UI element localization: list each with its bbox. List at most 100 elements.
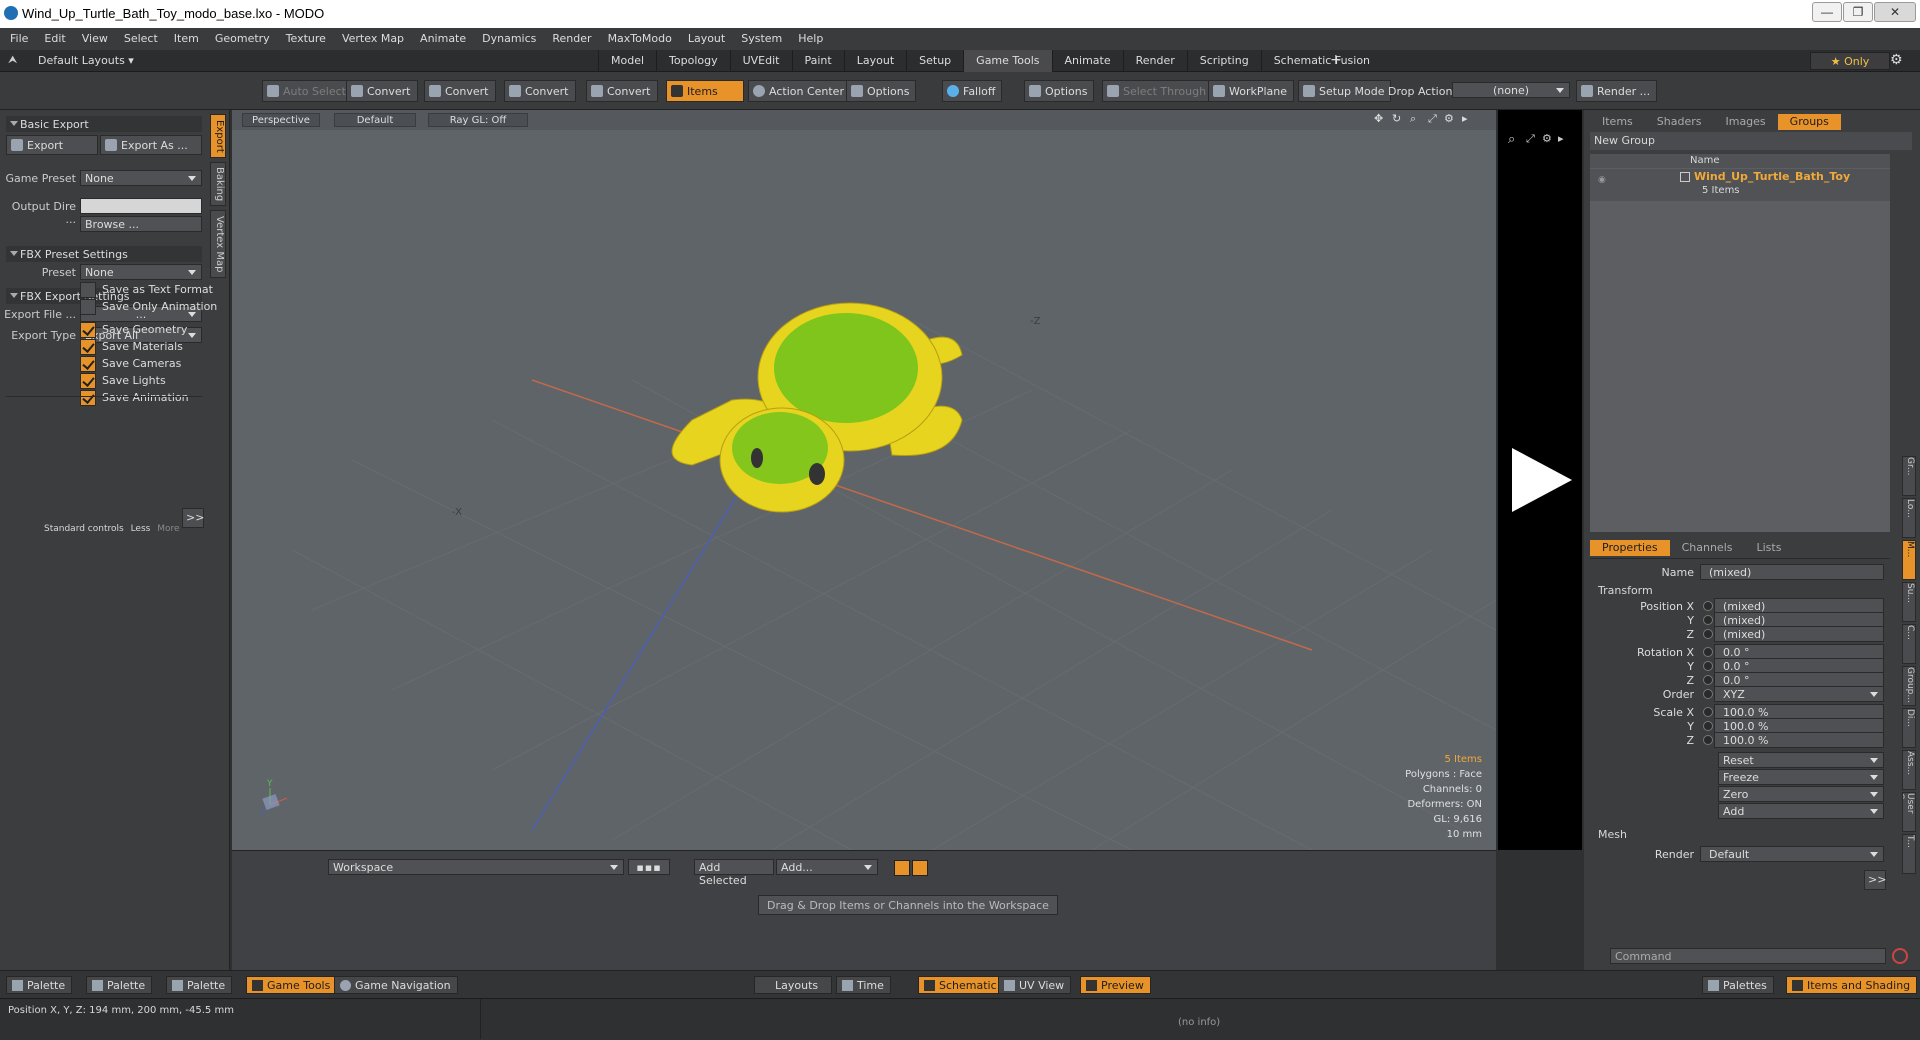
group-name[interactable]: Wind_Up_Turtle_Bath_Toy <box>1694 170 1850 183</box>
drop-action-select[interactable]: (none) <box>1452 82 1570 98</box>
menu-maxtomodo[interactable]: MaxToModo <box>600 28 680 45</box>
more-options-button[interactable]: >> <box>182 508 204 528</box>
side-tab-8[interactable]: User C... <box>1902 792 1916 832</box>
position-z-key-icon[interactable] <box>1703 629 1713 639</box>
menu-animate[interactable]: Animate <box>412 28 474 45</box>
collapse-icon[interactable]: ⮝ <box>8 53 17 67</box>
side-tab-1[interactable]: Lo... <box>1902 498 1916 538</box>
maximize-button[interactable]: ❐ <box>1843 2 1873 22</box>
tab-model[interactable]: Model <box>598 50 656 72</box>
action-center-button[interactable]: Action Center <box>748 80 851 102</box>
palette-button-2[interactable]: Palette <box>86 976 153 994</box>
preset-select[interactable]: None <box>80 264 202 280</box>
position-y-key-icon[interactable] <box>1703 615 1713 625</box>
transform-header[interactable]: Transform <box>1598 584 1653 597</box>
shading-default-menu[interactable]: Default <box>334 113 416 127</box>
checkbox-save-as-text-format[interactable] <box>80 282 96 298</box>
tab-lists[interactable]: Lists <box>1745 540 1794 556</box>
search-icon[interactable]: ⌕ <box>1508 132 1515 147</box>
menu-view[interactable]: View <box>74 28 116 45</box>
preview-panel[interactable]: ⌕ ⤢ ⚙ ▸ <box>1498 110 1582 850</box>
3d-viewport[interactable]: Perspective Default Ray GL: Off ✥ ↻ ⌕ ⤢ … <box>232 110 1496 850</box>
viewport-scene[interactable]: -Z -X Y <box>232 130 1496 850</box>
convert-button-2[interactable]: Convert <box>424 80 496 102</box>
add-selected-button[interactable]: Add Selected <box>694 859 774 887</box>
gear-icon[interactable]: ⚙ <box>1890 52 1903 68</box>
menu-render[interactable]: Render <box>544 28 599 45</box>
tab-baking[interactable]: Baking <box>210 162 226 206</box>
position-x-key-icon[interactable] <box>1703 601 1713 611</box>
tab-paint[interactable]: Paint <box>791 50 844 72</box>
tab-layout[interactable]: Layout <box>843 50 906 72</box>
side-tab-4[interactable]: C... <box>1902 624 1916 664</box>
tab-export[interactable]: Export <box>210 114 226 158</box>
perspective-menu[interactable]: Perspective <box>242 113 320 127</box>
rotation-z-key-icon[interactable] <box>1703 675 1713 685</box>
export-button[interactable]: Export <box>6 135 98 155</box>
add-tab-button[interactable]: + <box>1330 52 1342 68</box>
minimize-button[interactable]: — <box>1812 2 1842 22</box>
time-button[interactable]: Time <box>836 976 891 994</box>
zoom-view-icon[interactable]: ⌕ <box>1410 112 1416 126</box>
game-preset-select[interactable]: None <box>80 170 202 186</box>
more-link[interactable]: More <box>157 524 179 534</box>
side-tab-5[interactable]: Group... <box>1902 666 1916 706</box>
more-properties-button[interactable]: >> <box>1864 870 1886 890</box>
default-layouts-menu[interactable]: Default Layouts ▾ <box>24 50 134 72</box>
view-options-arrow-icon[interactable]: ▸ <box>1462 112 1468 125</box>
workspace-layout-icon[interactable]: ▪▪▪ <box>628 859 670 875</box>
palettes-button[interactable]: Palettes <box>1702 976 1774 994</box>
side-tab-0[interactable]: Gr... <box>1902 456 1916 496</box>
layouts-button[interactable]: Layouts <box>754 976 832 994</box>
tab-render[interactable]: Render <box>1122 50 1187 72</box>
items-mode-button[interactable]: Items <box>666 80 744 102</box>
menu-dynamics[interactable]: Dynamics <box>474 28 544 45</box>
falloff-button[interactable]: Falloff <box>942 80 1003 102</box>
side-tab-6[interactable]: Di... <box>1902 708 1916 748</box>
view-settings-icon[interactable]: ⚙ <box>1444 112 1454 125</box>
new-group-button[interactable]: New Group <box>1594 134 1655 147</box>
group-row[interactable]: ◉ Wind_Up_Turtle_Bath_Toy 5 Items <box>1590 169 1890 201</box>
tab-channels[interactable]: Channels <box>1670 540 1745 556</box>
preview-button[interactable]: Preview <box>1080 976 1151 994</box>
menu-system[interactable]: System <box>733 28 790 45</box>
render-button[interactable]: Render ... <box>1576 80 1658 102</box>
command-input[interactable]: Command <box>1610 948 1886 964</box>
arrow-right-icon[interactable]: ▸ <box>1558 132 1564 145</box>
checkbox-save-animation[interactable] <box>80 390 96 406</box>
render-select[interactable]: Default <box>1700 846 1884 862</box>
gear-icon[interactable]: ⚙ <box>1542 132 1552 145</box>
tab-items[interactable]: Items <box>1590 114 1645 130</box>
scale-y-key-icon[interactable] <box>1703 721 1713 731</box>
uv-view-button[interactable]: UV View <box>998 976 1072 994</box>
close-button[interactable]: ✕ <box>1874 2 1916 22</box>
export-as-button[interactable]: Export As ... <box>100 135 202 155</box>
tab-topology[interactable]: Topology <box>656 50 730 72</box>
checkbox-save-cameras[interactable] <box>80 356 96 372</box>
key-icon[interactable] <box>894 860 910 876</box>
groups-tree[interactable]: Name ◉ Wind_Up_Turtle_Bath_Toy 5 Items <box>1590 154 1890 532</box>
options-button-1[interactable]: Options <box>846 80 917 102</box>
position-z-field[interactable]: (mixed) <box>1714 626 1884 642</box>
side-tab-2[interactable]: M... <box>1902 540 1916 580</box>
auto-select-button[interactable]: Auto Select <box>262 80 353 102</box>
scale-z-key-icon[interactable] <box>1703 735 1713 745</box>
rotation-x-key-icon[interactable] <box>1703 647 1713 657</box>
palette-button-1[interactable]: Palette <box>6 976 73 994</box>
side-tab-9[interactable]: T... <box>1902 834 1916 874</box>
side-tab-3[interactable]: Su... <box>1902 582 1916 622</box>
menu-vertex-map[interactable]: Vertex Map <box>334 28 412 45</box>
tab-groups[interactable]: Groups <box>1777 114 1841 130</box>
eye-icon[interactable]: ◉ <box>1598 175 1606 185</box>
less-link[interactable]: Less <box>131 524 151 534</box>
zero-button[interactable]: Zero <box>1718 786 1884 802</box>
play-icon[interactable] <box>1506 440 1576 520</box>
game-navigation-button[interactable]: Game Navigation <box>334 976 458 994</box>
only-toggle[interactable]: ★ Only <box>1810 52 1890 70</box>
menu-file[interactable]: File <box>0 28 36 45</box>
tab-vertex-map[interactable]: Vertex Map <box>210 210 226 278</box>
move-view-icon[interactable]: ✥ <box>1374 112 1383 125</box>
select-through-button[interactable]: Select Through <box>1102 80 1214 102</box>
fbx-preset-header[interactable]: FBX Preset Settings <box>6 246 202 262</box>
checkbox-save-geometry[interactable] <box>80 322 96 338</box>
